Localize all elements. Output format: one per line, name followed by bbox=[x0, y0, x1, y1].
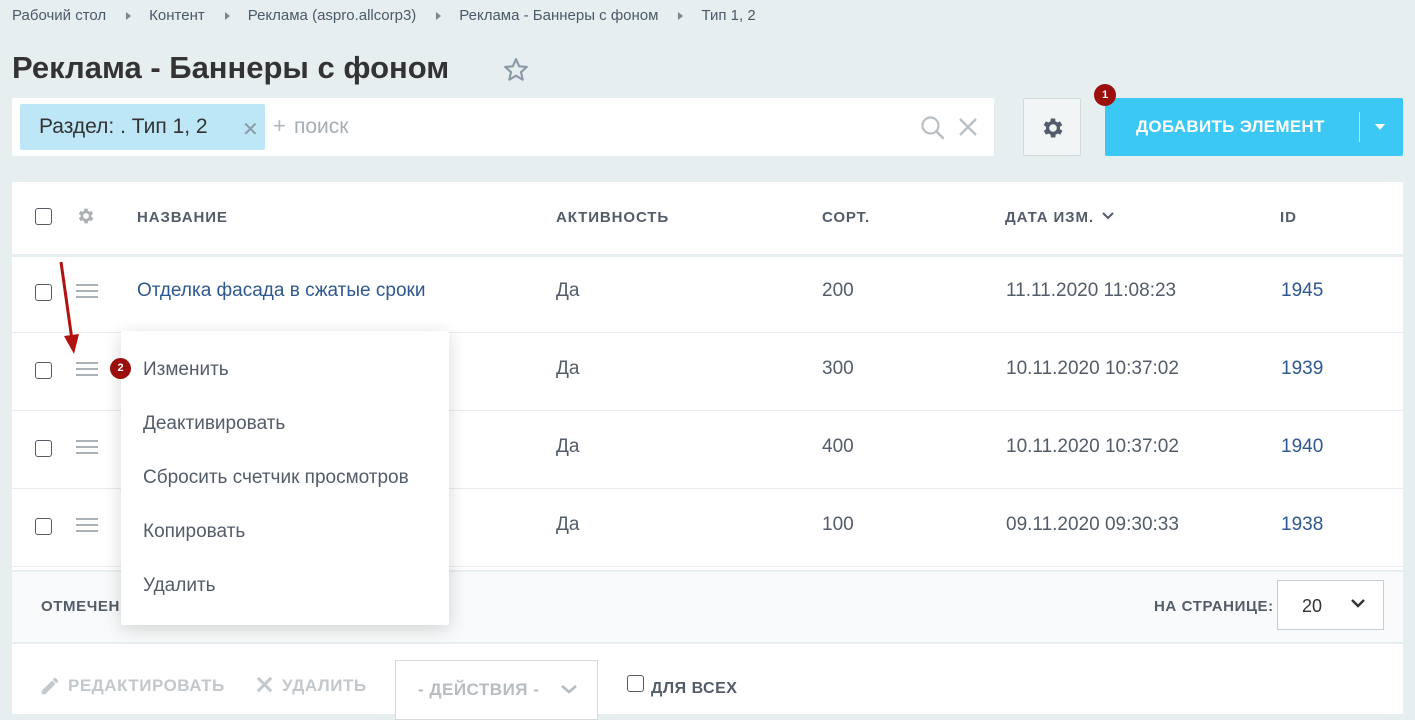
gear-icon[interactable] bbox=[76, 206, 96, 226]
column-header-date[interactable]: ДАТА ИЗМ. bbox=[1005, 209, 1114, 226]
edit-action-button[interactable]: РЕДАКТИРОВАТЬ bbox=[68, 676, 225, 696]
search-plus-icon: + bbox=[273, 113, 286, 138]
gear-icon bbox=[1043, 118, 1063, 138]
drag-handle-icon[interactable] bbox=[76, 518, 98, 532]
row-active: Да bbox=[556, 436, 580, 457]
column-header-name[interactable]: НАЗВАНИЕ bbox=[137, 209, 228, 226]
row-checkbox[interactable] bbox=[35, 518, 52, 535]
actions-select-label: - ДЕЙСТВИЯ - bbox=[418, 680, 540, 699]
menu-item-reset-views[interactable]: Сбросить счетчик просмотров bbox=[143, 467, 409, 489]
row-context-menu: Изменить Деактивировать Сбросить счетчик… bbox=[121, 331, 449, 625]
row-id-link[interactable]: 1938 bbox=[1281, 514, 1323, 536]
row-active: Да bbox=[556, 358, 580, 379]
delete-action-button[interactable]: УДАЛИТЬ bbox=[282, 676, 367, 696]
breadcrumb-item[interactable]: Реклама (aspro.allcorp3) bbox=[248, 7, 417, 24]
actions-select[interactable]: - ДЕЙСТВИЯ - bbox=[395, 660, 598, 720]
drag-handle-icon[interactable] bbox=[76, 440, 98, 454]
column-header-sort[interactable]: СОРТ. bbox=[822, 209, 870, 226]
row-id-link[interactable]: 1940 bbox=[1281, 436, 1323, 458]
add-element-button[interactable]: ДОБАВИТЬ ЭЛЕМЕНТ bbox=[1105, 98, 1403, 156]
row-sort: 100 bbox=[822, 514, 854, 535]
row-id-link[interactable]: 1939 bbox=[1281, 358, 1323, 380]
breadcrumb-separator-icon bbox=[224, 11, 230, 20]
breadcrumb-separator-icon bbox=[126, 11, 132, 20]
grid-header: НАЗВАНИЕ АКТИВНОСТЬ СОРТ. ДАТА ИЗМ. ID bbox=[12, 182, 1403, 257]
breadcrumb-separator-icon bbox=[678, 11, 684, 20]
row-sort: 200 bbox=[822, 280, 854, 301]
breadcrumb-separator-icon bbox=[436, 11, 442, 20]
column-header-date-label: ДАТА ИЗМ. bbox=[1005, 209, 1094, 226]
add-element-label: ДОБАВИТЬ ЭЛЕМЕНТ bbox=[1136, 117, 1325, 136]
table-row[interactable]: Отделка фасада в сжатые сроки Да 200 11.… bbox=[12, 254, 1403, 333]
menu-item-edit[interactable]: Изменить bbox=[143, 359, 229, 381]
chip-close-icon[interactable]: ✕ bbox=[242, 117, 259, 142]
per-page-label: НА СТРАНИЦЕ: bbox=[1154, 598, 1274, 615]
breadcrumb-item[interactable]: Рабочий стол bbox=[12, 7, 106, 24]
row-active: Да bbox=[556, 514, 580, 535]
pencil-icon bbox=[41, 677, 59, 695]
step-badge-1: 1 bbox=[1094, 84, 1116, 106]
chevron-down-icon bbox=[561, 685, 577, 694]
chevron-down-icon bbox=[1351, 599, 1365, 608]
row-id-link[interactable]: 1945 bbox=[1281, 280, 1323, 302]
settings-button[interactable] bbox=[1023, 98, 1081, 156]
filter-chip-label: Раздел: . Тип 1, 2 bbox=[39, 115, 208, 138]
breadcrumb-item-current[interactable]: Тип 1, 2 bbox=[701, 7, 755, 24]
search-icon[interactable] bbox=[920, 115, 946, 141]
search-input[interactable] bbox=[292, 111, 896, 143]
drag-handle-icon[interactable] bbox=[76, 362, 98, 376]
step-badge-2: 2 bbox=[110, 358, 131, 379]
close-icon bbox=[256, 676, 273, 693]
column-header-active[interactable]: АКТИВНОСТЬ bbox=[556, 209, 669, 226]
star-icon[interactable] bbox=[503, 57, 529, 83]
filter-bar: Раздел: . Тип 1, 2 ✕ + bbox=[12, 98, 994, 156]
row-sort: 300 bbox=[822, 358, 854, 379]
row-sort: 400 bbox=[822, 436, 854, 457]
add-button-divider bbox=[1359, 112, 1360, 142]
column-header-id[interactable]: ID bbox=[1280, 209, 1297, 226]
chevron-down-icon bbox=[1102, 212, 1114, 220]
filter-chip[interactable]: Раздел: . Тип 1, 2 ✕ bbox=[20, 104, 265, 150]
marked-count-label: ОТМЕЧЕН bbox=[41, 598, 120, 615]
row-date: 10.11.2020 10:37:02 bbox=[1006, 358, 1179, 379]
menu-item-copy[interactable]: Копировать bbox=[143, 521, 245, 543]
chevron-down-icon[interactable] bbox=[1375, 124, 1385, 130]
per-page-select[interactable]: 20 bbox=[1277, 580, 1384, 630]
row-checkbox[interactable] bbox=[35, 440, 52, 457]
for-all-checkbox[interactable] bbox=[627, 675, 644, 692]
row-date: 09.11.2020 09:30:33 bbox=[1006, 514, 1179, 535]
breadcrumb: Рабочий стол Контент Реклама (aspro.allcor… bbox=[12, 7, 756, 24]
close-icon[interactable] bbox=[956, 115, 980, 139]
page-title: Реклама - Баннеры с фоном bbox=[12, 50, 450, 85]
select-all-checkbox[interactable] bbox=[35, 208, 52, 225]
row-date: 10.11.2020 10:37:02 bbox=[1006, 436, 1179, 457]
for-all-label: ДЛЯ ВСЕХ bbox=[651, 680, 738, 697]
menu-item-delete[interactable]: Удалить bbox=[143, 575, 216, 597]
breadcrumb-item[interactable]: Реклама - Баннеры с фоном bbox=[459, 7, 658, 24]
row-checkbox[interactable] bbox=[35, 284, 52, 301]
arrow-pointer-icon bbox=[59, 261, 79, 354]
menu-item-deactivate[interactable]: Деактивировать bbox=[143, 413, 285, 435]
row-date: 11.11.2020 11:08:23 bbox=[1006, 280, 1177, 301]
per-page-value: 20 bbox=[1302, 596, 1323, 616]
row-name-link[interactable]: Отделка фасада в сжатые сроки bbox=[137, 280, 425, 302]
breadcrumb-item[interactable]: Контент bbox=[149, 7, 205, 24]
row-active: Да bbox=[556, 280, 580, 301]
row-checkbox[interactable] bbox=[35, 362, 52, 379]
